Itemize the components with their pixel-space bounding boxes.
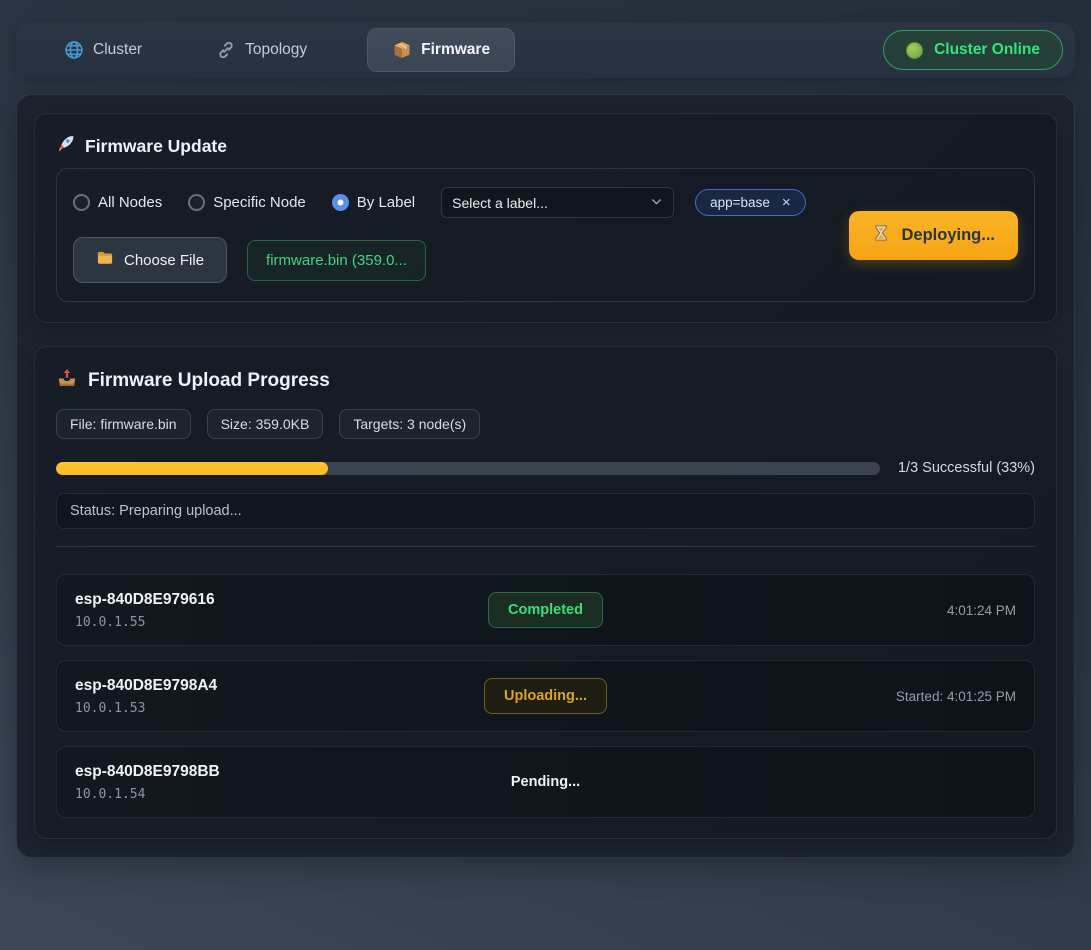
- radio-specific-node-label: Specific Node: [213, 194, 306, 211]
- node-list: esp-840D8E979616 10.0.1.55 Completed 4:0…: [56, 574, 1035, 818]
- top-navbar: Cluster Topology Firmware: [16, 22, 1075, 78]
- progress-fill: [56, 462, 328, 475]
- radio-all-nodes-circle: [73, 194, 90, 211]
- node-name: esp-840D8E979616: [75, 591, 488, 609]
- label-select-placeholder: Select a label...: [452, 195, 650, 211]
- node-info: esp-840D8E9798A4 10.0.1.53: [75, 677, 484, 716]
- status-badge: Pending...: [492, 765, 599, 799]
- update-controls-left: All Nodes Specific Node By Label Select …: [73, 187, 849, 283]
- node-name: esp-840D8E9798BB: [75, 763, 492, 781]
- tab-topology[interactable]: Topology: [202, 29, 321, 71]
- link-icon: [216, 40, 236, 60]
- upload-progress-title-text: Firmware Upload Progress: [88, 370, 330, 392]
- node-ip: 10.0.1.54: [75, 787, 492, 802]
- node-ip: 10.0.1.55: [75, 615, 488, 630]
- choose-file-button[interactable]: Choose File: [73, 237, 227, 283]
- package-icon: [392, 40, 412, 60]
- radio-by-label-circle: [332, 194, 349, 211]
- radio-all-nodes-label: All Nodes: [98, 194, 162, 211]
- progress-bar: [56, 462, 880, 475]
- label-select[interactable]: Select a label...: [441, 187, 674, 218]
- node-ip: 10.0.1.53: [75, 701, 484, 716]
- folder-icon: [96, 249, 114, 271]
- choose-file-label: Choose File: [124, 252, 204, 269]
- tab-firmware[interactable]: Firmware: [367, 28, 515, 72]
- selected-file-display: firmware.bin (359.0...: [247, 240, 426, 281]
- chevron-down-icon: [650, 195, 663, 211]
- green-dot-icon: [906, 42, 923, 59]
- radio-specific-node[interactable]: Specific Node: [188, 194, 306, 211]
- radio-by-label[interactable]: By Label: [332, 194, 415, 211]
- radio-specific-node-circle: [188, 194, 205, 211]
- tab-cluster-label: Cluster: [93, 41, 142, 59]
- file-row: Choose File firmware.bin (359.0...: [73, 237, 849, 283]
- progress-label: 1/3 Successful (33%): [898, 460, 1035, 476]
- tab-firmware-label: Firmware: [421, 41, 490, 59]
- firmware-update-title-text: Firmware Update: [85, 136, 227, 157]
- target-mode-row: All Nodes Specific Node By Label Select …: [73, 187, 849, 218]
- firmware-update-title: Firmware Update: [56, 128, 1035, 168]
- node-info: esp-840D8E9798BB 10.0.1.54: [75, 763, 492, 802]
- node-time: 4:01:24 PM: [603, 603, 1016, 618]
- upload-progress-title: Firmware Upload Progress: [56, 361, 1035, 405]
- radio-by-label-label: By Label: [357, 194, 415, 211]
- firmware-update-card: Firmware Update All Nodes Specific Node …: [34, 113, 1057, 323]
- tab-topology-label: Topology: [245, 41, 307, 59]
- main-panel: Firmware Update All Nodes Specific Node …: [16, 94, 1075, 858]
- status-badge: Completed: [488, 592, 603, 628]
- node-info: esp-840D8E979616 10.0.1.55: [75, 591, 488, 630]
- label-chip-text: app=base: [710, 195, 770, 210]
- node-row[interactable]: esp-840D8E9798A4 10.0.1.53 Uploading... …: [56, 660, 1035, 732]
- node-time: Started: 4:01:25 PM: [607, 689, 1016, 704]
- radio-all-nodes[interactable]: All Nodes: [73, 194, 162, 211]
- globe-icon: [64, 40, 84, 60]
- deploy-button[interactable]: Deploying...: [849, 211, 1018, 260]
- tab-cluster[interactable]: Cluster: [50, 29, 156, 71]
- upload-progress-card: Firmware Upload Progress File: firmware.…: [34, 346, 1057, 839]
- size-info-chip: Size: 359.0KB: [207, 409, 324, 439]
- progress-row: 1/3 Successful (33%): [56, 460, 1035, 476]
- rocket-icon: [56, 134, 75, 158]
- label-chip[interactable]: app=base ×: [695, 189, 805, 216]
- nav-tabs: Cluster Topology Firmware: [50, 28, 883, 72]
- node-name: esp-840D8E9798A4: [75, 677, 484, 695]
- file-info-chip: File: firmware.bin: [56, 409, 191, 439]
- cluster-status-label: Cluster Online: [934, 41, 1040, 59]
- deploy-button-label: Deploying...: [901, 226, 995, 245]
- targets-info-chip: Targets: 3 node(s): [339, 409, 480, 439]
- hourglass-icon: [872, 224, 890, 247]
- chip-close-icon[interactable]: ×: [782, 194, 791, 211]
- node-row[interactable]: esp-840D8E979616 10.0.1.55 Completed 4:0…: [56, 574, 1035, 646]
- status-box: Status: Preparing upload...: [56, 493, 1035, 529]
- upload-info-chips: File: firmware.bin Size: 359.0KB Targets…: [56, 409, 1035, 439]
- outbox-tray-icon: [56, 367, 78, 395]
- divider: [56, 546, 1035, 547]
- status-badge: Uploading...: [484, 678, 607, 714]
- update-controls: All Nodes Specific Node By Label Select …: [56, 168, 1035, 302]
- node-row[interactable]: esp-840D8E9798BB 10.0.1.54 Pending...: [56, 746, 1035, 818]
- cluster-status-badge[interactable]: Cluster Online: [883, 30, 1063, 70]
